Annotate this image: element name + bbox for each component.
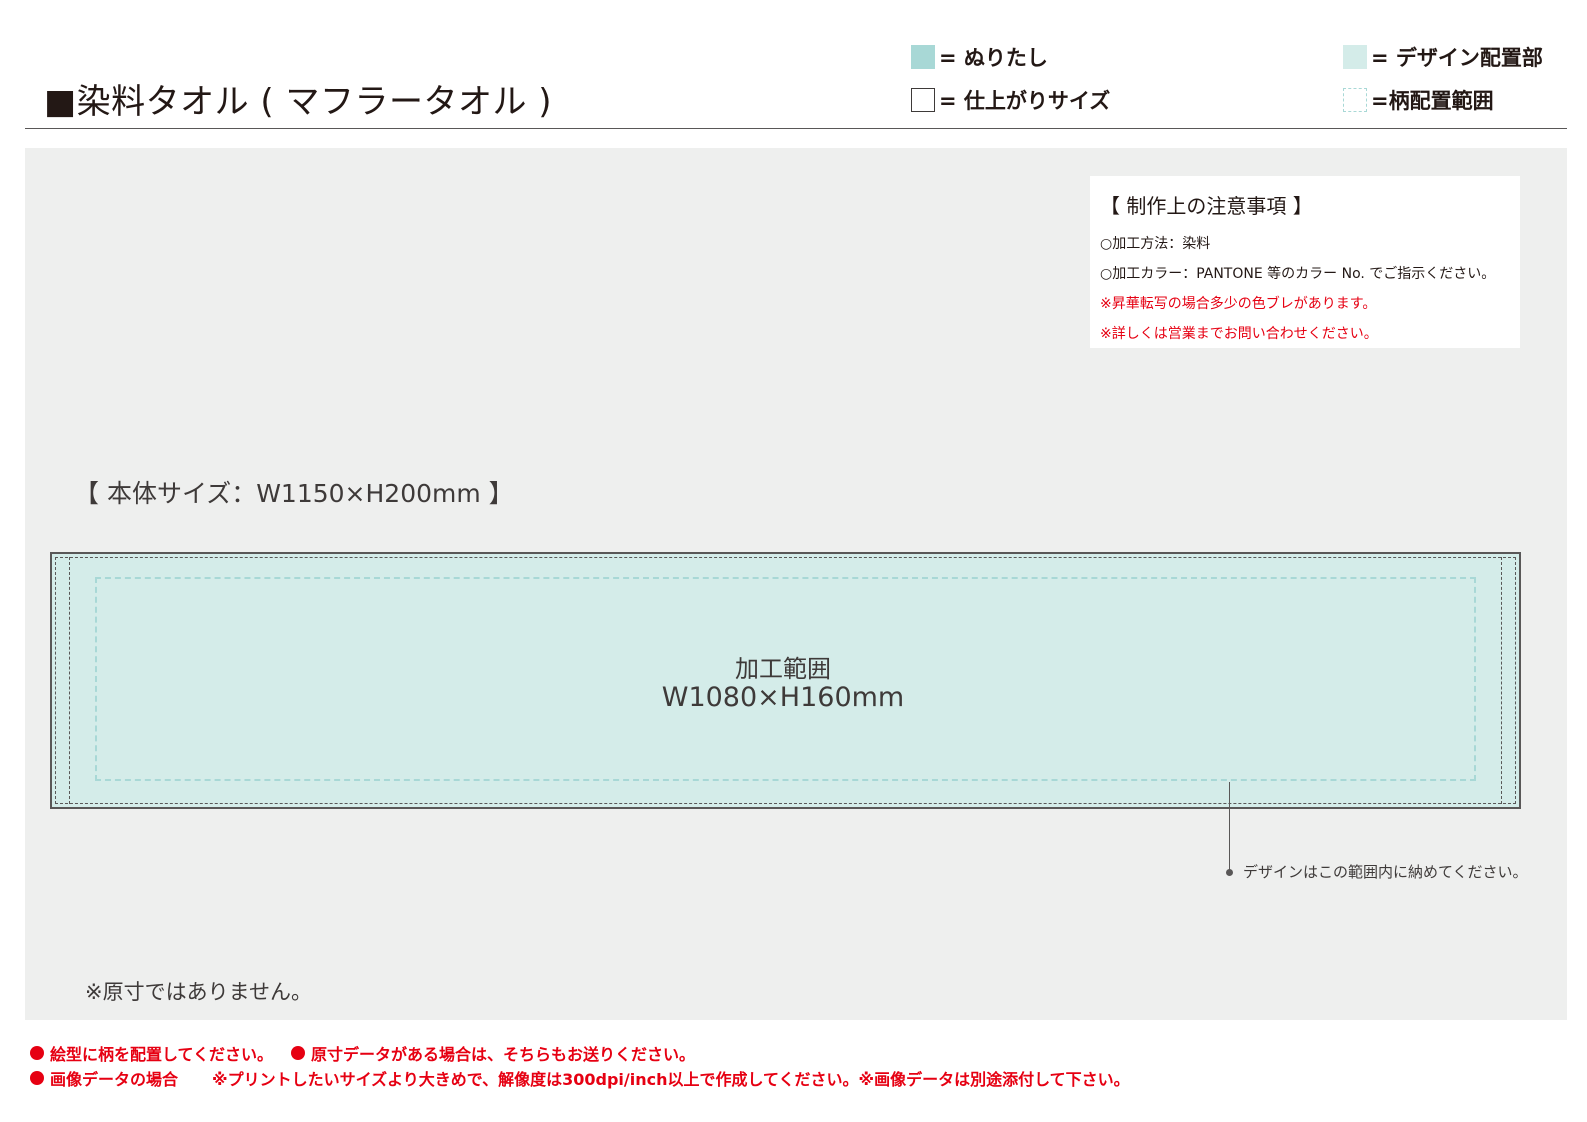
- footer-item-3-text: ※プリントしたいサイズより大きめで、解像度は300dpi/inch以上で作成して…: [212, 1070, 1130, 1089]
- body-size-label: 【 本体サイズ：W1150×H200mm 】: [74, 479, 514, 508]
- footer-item-1: 絵型に柄を配置してください。: [50, 1045, 274, 1064]
- notes-line-warning: ※昇華転写の場合多少の色ブレがあります。: [1100, 296, 1377, 312]
- processing-area-label: 加工範囲 W1080×H160mm: [623, 655, 943, 713]
- legend-bleed: = ぬりたし: [911, 42, 1048, 72]
- production-notes: 【 制作上の注意事項 】 ○加工方法：染料 ○加工カラー：PANTONE 等のカ…: [1090, 176, 1520, 348]
- legend-bleed-label: = ぬりたし: [939, 46, 1048, 70]
- bullet-icon: [30, 1046, 44, 1060]
- finish-size-swatch-icon: [911, 88, 935, 112]
- legend-pattern-area-label: =柄配置範囲: [1371, 89, 1494, 113]
- leader-dot-icon: [1226, 869, 1233, 876]
- design-area-swatch-icon: [1343, 45, 1367, 69]
- footer-item-2: 原寸データがある場合は、そちらもお送りください。: [311, 1045, 696, 1064]
- notes-line-contact: ※詳しくは営業までお問い合わせください。: [1100, 326, 1378, 342]
- leader-line: [1229, 782, 1230, 872]
- notes-line-color: ○加工カラー：PANTONE 等のカラー No. でご指示ください。: [1100, 266, 1496, 282]
- pattern-area-swatch-icon: [1343, 88, 1367, 112]
- footer-line-2: 画像データの場合 ※プリントしたいサイズより大きめで、解像度は300dpi/in…: [30, 1066, 1130, 1090]
- legend-design-area: = デザイン配置部: [1343, 42, 1543, 72]
- header-divider: [25, 128, 1567, 129]
- legend-pattern-area: =柄配置範囲: [1343, 85, 1494, 115]
- leader-note: デザインはこの範囲内に納めてください。: [1243, 863, 1528, 881]
- footer-line-1: 絵型に柄を配置してください。 原寸データがある場合は、そちらもお送りください。: [30, 1041, 695, 1065]
- footer-item-3-label: 画像データの場合: [50, 1070, 179, 1089]
- notes-title: 【 制作上の注意事項 】: [1100, 194, 1313, 218]
- not-actual-size-note: ※原寸ではありません。: [85, 980, 312, 1004]
- processing-area-size: W1080×H160mm: [661, 682, 905, 713]
- legend-finish-size-label: = 仕上がりサイズ: [939, 89, 1111, 113]
- legend-design-area-label: = デザイン配置部: [1371, 46, 1543, 70]
- towel-hem-left: [69, 557, 70, 804]
- legend-finish-size: = 仕上がりサイズ: [911, 85, 1110, 115]
- bullet-icon: [30, 1071, 44, 1085]
- bleed-swatch-icon: [911, 45, 935, 69]
- page-title: ■染料タオル ( マフラータオル ): [44, 82, 553, 122]
- towel-hem-right: [1501, 557, 1502, 804]
- bullet-icon: [291, 1046, 306, 1060]
- notes-line-method: ○加工方法：染料: [1100, 236, 1211, 252]
- processing-area-title: 加工範囲: [735, 655, 831, 683]
